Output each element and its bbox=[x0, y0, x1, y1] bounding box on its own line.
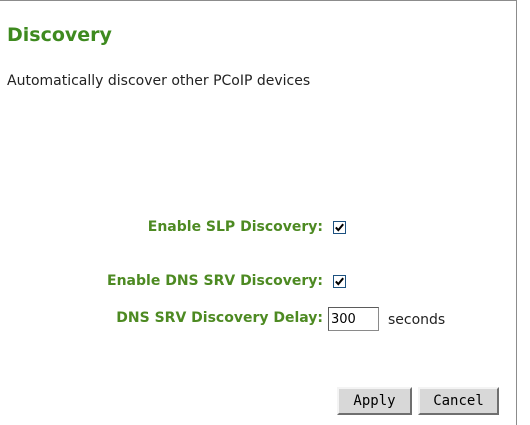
dns-srv-delay-input[interactable] bbox=[328, 307, 379, 331]
dns-srv-delay-row: DNS SRV Discovery Delay: seconds bbox=[0, 307, 517, 333]
checkmark-icon bbox=[335, 223, 344, 232]
delay-unit-label: seconds bbox=[388, 312, 446, 328]
slp-discovery-label: Enable SLP Discovery: bbox=[147, 219, 323, 235]
apply-button[interactable]: Apply bbox=[337, 387, 412, 415]
slp-discovery-checkbox[interactable] bbox=[333, 221, 346, 234]
checkmark-icon bbox=[335, 277, 344, 286]
dns-srv-discovery-label: Enable DNS SRV Discovery: bbox=[107, 273, 323, 289]
page-description: Automatically discover other PCoIP devic… bbox=[7, 73, 311, 89]
slp-discovery-row: Enable SLP Discovery: bbox=[0, 216, 517, 242]
dns-srv-discovery-row: Enable DNS SRV Discovery: bbox=[0, 270, 517, 296]
dns-srv-discovery-checkbox[interactable] bbox=[333, 275, 346, 288]
page-title: Discovery bbox=[7, 24, 112, 46]
cancel-button[interactable]: Cancel bbox=[418, 387, 499, 415]
dns-srv-delay-label: DNS SRV Discovery Delay: bbox=[116, 310, 323, 326]
discovery-panel: Discovery Automatically discover other P… bbox=[0, 0, 517, 425]
